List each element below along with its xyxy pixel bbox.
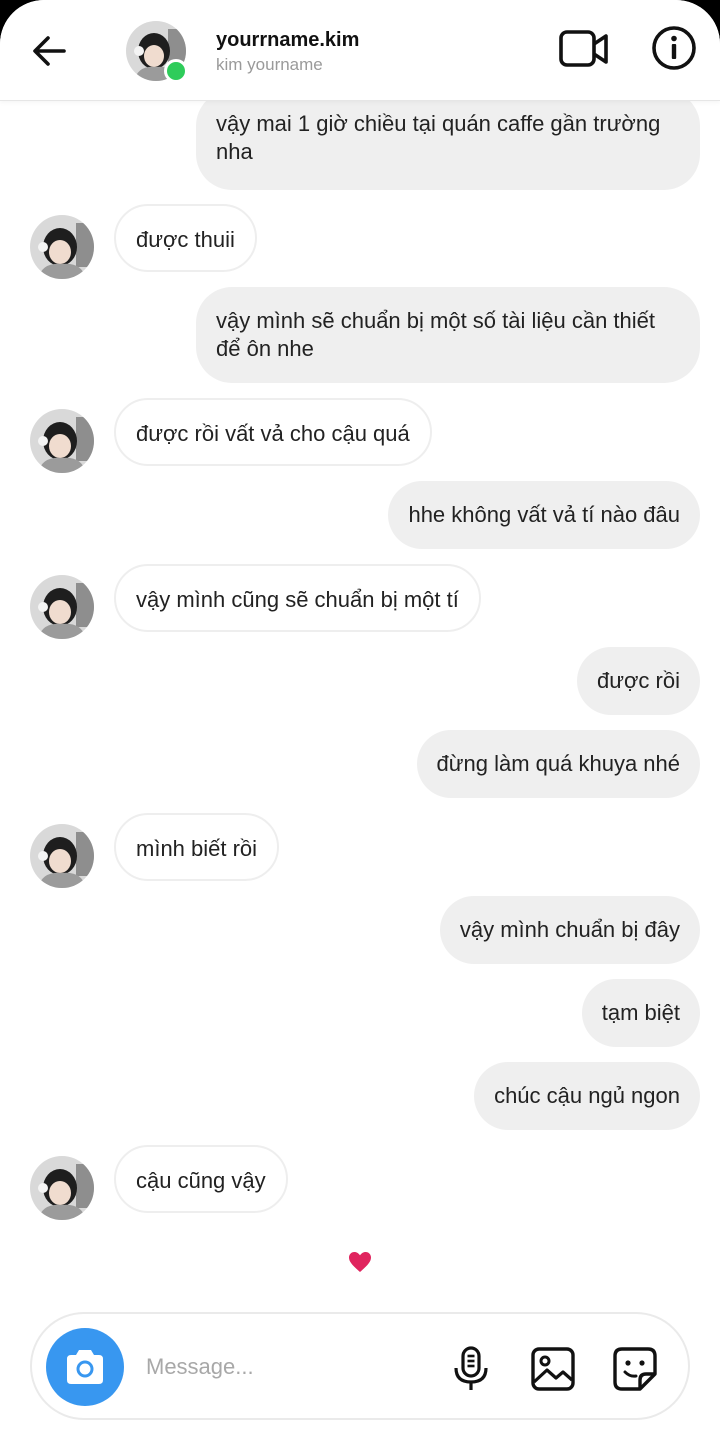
message-incoming[interactable]: mình biết rồi [114,813,280,881]
message-incoming[interactable]: được thuii [114,204,257,272]
message-outgoing[interactable]: vậy mình sẽ chuẩn bị một số tài liệu cần… [196,287,700,383]
message-text: vậy mình sẽ chuẩn bị một số tài liệu cần… [216,308,656,361]
online-status-dot [164,59,188,83]
message-text: được rồi vất vả cho cậu quá [136,421,410,446]
camera-icon [67,1350,103,1384]
microphone-icon[interactable] [452,1346,490,1392]
message-text: mình biết rồi [136,836,258,861]
message-outgoing[interactable]: tạm biệt [581,979,700,1047]
message-text: cậu cũng vậy [136,1168,266,1193]
back-arrow-icon[interactable] [30,30,70,72]
message-incoming[interactable]: vậy mình cũng sẽ chuẩn bị một tí [114,564,481,632]
message-text: tạm biệt [601,1000,680,1025]
chat-header: yourrname.kim kim yourname [0,0,720,101]
message-text: hhe không vất vả tí nào đâu [408,502,680,527]
contact-fullname: kim yourname [216,55,323,74]
gallery-icon[interactable] [530,1346,576,1392]
message-outgoing[interactable]: vậy mình chuẩn bị đây [439,896,700,964]
message-incoming[interactable]: được rồi vất vả cho cậu quá [114,398,432,466]
message-composer: Message... [30,1312,690,1420]
message-text: vậy mình cũng sẽ chuẩn bị một tí [136,587,459,612]
message-outgoing[interactable]: hhe không vất vả tí nào đâu [388,481,700,549]
info-icon[interactable] [650,24,698,72]
message-text: chúc cậu ngủ ngon [494,1083,680,1108]
message-incoming[interactable]: cậu cũng vậy [114,1145,288,1213]
sender-avatar[interactable] [30,1156,94,1220]
heart-icon[interactable] [348,1251,372,1273]
message-text: vậy mình chuẩn bị đây [459,917,680,942]
message-outgoing[interactable]: đừng làm quá khuya nhé [416,730,700,798]
contact-username[interactable]: yourrname.kim [216,29,359,52]
sender-avatar[interactable] [30,824,94,888]
camera-button[interactable] [46,1328,124,1406]
message-outgoing[interactable]: được rồi [577,647,700,715]
message-outgoing[interactable]: chúc cậu ngủ ngon [474,1062,700,1130]
sender-avatar[interactable] [30,215,94,279]
sender-avatar[interactable] [30,575,94,639]
message-text: vậy mai 1 giờ chiều tại quán caffe gần t… [216,111,661,164]
sticker-icon[interactable] [612,1346,658,1392]
message-text: được thuii [136,227,235,252]
sender-avatar[interactable] [30,409,94,473]
message-text: được rồi [597,668,680,693]
message-text: đừng làm quá khuya nhé [436,751,680,776]
chat-screen: yourrname.kim kim yourname vậy mai 1 giờ… [0,0,720,1442]
message-outgoing[interactable]: vậy mai 1 giờ chiều tại quán caffe gần t… [196,90,700,190]
video-call-icon[interactable] [558,27,610,71]
message-input[interactable]: Message... [146,1354,254,1380]
